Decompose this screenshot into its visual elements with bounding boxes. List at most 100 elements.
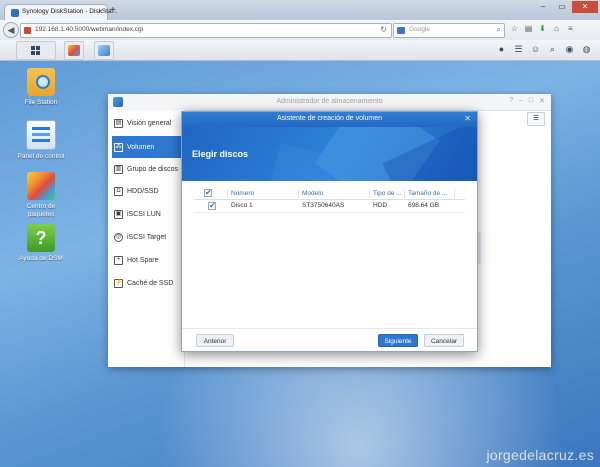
storage-manager-titlebar[interactable]: Administrador de almacenamiento ? – □ ✕: [108, 94, 551, 111]
desktop-icon-label: Centro de paquetes: [26, 203, 56, 218]
taskbar-storage-manager-button[interactable]: [94, 41, 114, 60]
next-button[interactable]: Siguiente: [378, 334, 418, 347]
minimize-button[interactable]: –: [519, 97, 523, 105]
overview-icon: ▤: [114, 118, 123, 128]
window-title: Administrador de almacenamiento: [276, 98, 383, 105]
cell-type: HDD: [373, 202, 388, 209]
cell-number: Disco 1: [231, 202, 253, 209]
notifications-icon[interactable]: ☰: [513, 44, 524, 55]
widgets-icon[interactable]: ◉: [564, 44, 575, 55]
column-header-size[interactable]: Tamaño de ...: [408, 190, 447, 197]
chat-icon[interactable]: ●: [496, 44, 507, 55]
package-center-icon: [68, 45, 80, 56]
user-icon[interactable]: ☺: [530, 44, 541, 55]
sidebar-item-disk-group[interactable]: ▥ Grupo de discos: [114, 160, 182, 178]
package-center-icon: [27, 172, 55, 200]
search-icon[interactable]: ⌕: [547, 44, 558, 55]
column-separator: [454, 189, 455, 198]
browser-tab-bar: Synology DiskStation - DiskSta... × + – …: [0, 0, 600, 21]
table-row[interactable]: Disco 1 ST3750640AS HDD 698.64 GB: [194, 200, 465, 213]
iscsi-target-icon: ◎: [114, 232, 123, 242]
window-controls: – ▭ ✕: [534, 1, 598, 15]
close-icon[interactable]: ✕: [464, 114, 471, 123]
sidebar-item-label: Grupo de discos: [127, 165, 178, 173]
storage-sidebar: ▤ Visión general ⁂ Volumen ▥ Grupo de di…: [108, 110, 187, 367]
column-separator: [369, 189, 370, 198]
sidebar-item-iscsi-lun[interactable]: ▣ iSCSI LUN: [114, 205, 182, 223]
folder-search-icon: [27, 68, 55, 96]
help-icon[interactable]: ?: [509, 97, 513, 105]
sidebar-item-label: Caché de SSD: [127, 279, 174, 287]
desktop-icon-label: Ayuda de DSM: [19, 255, 63, 262]
storage-manager-icon: [98, 45, 110, 56]
sidebar-item-label: iSCSI LUN: [127, 210, 161, 218]
dsm-taskbar: ● ☰ ☺ ⌕ ◉ ◍: [0, 40, 600, 61]
search-engine-icon[interactable]: [397, 27, 405, 34]
desktop-icon-control-panel[interactable]: Panel de control: [14, 120, 68, 161]
storage-window-controls: ? – □ ✕: [509, 97, 545, 105]
url-text[interactable]: 192.168.1.40:5000/webman/index.cgi: [35, 26, 143, 33]
desktop-icon-help[interactable]: ? Ayuda de DSM: [14, 224, 68, 263]
bookmark-star-icon[interactable]: ☆: [510, 24, 519, 34]
browser-nav-bar: ◀ 192.168.1.40:5000/webman/index.cgi ↻ G…: [0, 20, 600, 41]
maximize-button[interactable]: □: [529, 97, 533, 105]
wizard-footer-divider: [182, 328, 477, 329]
column-header-type[interactable]: Tipo de ...: [373, 190, 402, 197]
browser-tab[interactable]: Synology DiskStation - DiskSta... ×: [4, 4, 117, 21]
sidebar-item-volume[interactable]: ⁂ Volumen: [112, 136, 187, 158]
minimize-button[interactable]: –: [534, 1, 552, 13]
wizard-heading: Elegir discos: [192, 149, 249, 159]
search-placeholder[interactable]: Google: [409, 26, 430, 33]
sidebar-item-hdd-ssd[interactable]: ◘ HDD/SSD: [114, 182, 182, 200]
wizard-titlebar[interactable]: Asistente de creación de volumen ✕: [182, 112, 477, 127]
help-book-icon: ?: [27, 224, 55, 252]
wizard-banner: Elegir discos: [182, 127, 477, 181]
sidebar-item-label: HDD/SSD: [127, 187, 159, 195]
desktop-icon-package-center[interactable]: Centro de paquetes: [14, 172, 68, 219]
sidebar-item-ssd-cache[interactable]: ⚡ Caché de SSD: [114, 274, 182, 292]
ssd-cache-icon: ⚡: [114, 278, 123, 288]
maximize-button[interactable]: ▭: [553, 1, 571, 13]
main-menu-button[interactable]: [16, 41, 56, 60]
close-icon[interactable]: ✕: [539, 97, 545, 105]
desktop-icon-label: File Station: [24, 99, 58, 106]
new-tab-button[interactable]: +: [110, 6, 116, 16]
hot-spare-icon: +: [114, 255, 123, 265]
synology-favicon-icon: [11, 9, 19, 17]
url-bar[interactable]: 192.168.1.40:5000/webman/index.cgi ↻: [20, 23, 392, 38]
iscsi-lun-icon: ▣: [114, 209, 123, 219]
desktop-icon-file-station[interactable]: File Station: [14, 68, 68, 107]
menu-icon[interactable]: ≡: [566, 24, 575, 34]
sidebar-item-overview[interactable]: ▤ Visión general: [114, 114, 182, 132]
row-checkbox[interactable]: [208, 201, 216, 210]
column-header-model[interactable]: Modelo: [302, 190, 323, 197]
control-panel-icon: [26, 120, 56, 150]
cancel-button[interactable]: Cancelar: [424, 334, 464, 347]
search-input[interactable]: Google ⌕: [393, 23, 505, 38]
table-header: Número Modelo Tipo de ... Tamaño de ...: [194, 188, 465, 200]
sidebar-item-hot-spare[interactable]: + Hot Spare: [114, 251, 182, 269]
hdd-icon: ◘: [114, 186, 123, 196]
panel-divider: [478, 232, 481, 264]
search-icon[interactable]: ⌕: [497, 25, 501, 35]
sidebar-item-iscsi-target[interactable]: ◎ iSCSI Target: [114, 228, 182, 246]
taskbar-package-center-button[interactable]: [64, 41, 84, 60]
site-identity-icon[interactable]: [24, 27, 31, 34]
back-button[interactable]: Anterior: [196, 334, 234, 347]
volume-icon: ⁂: [114, 142, 123, 152]
disk-group-icon: ▥: [114, 164, 123, 174]
close-window-button[interactable]: ✕: [572, 1, 598, 13]
home-icon[interactable]: ⌂: [552, 24, 561, 34]
refresh-icon[interactable]: ↻: [380, 25, 387, 34]
browser-toolbar: ☆ ▤ ⬇ ⌂ ≡: [510, 24, 575, 34]
back-button[interactable]: ◀: [3, 22, 19, 38]
download-icon[interactable]: ⬇: [538, 24, 547, 34]
bookmarks-icon[interactable]: ▤: [524, 24, 533, 34]
column-header-number[interactable]: Número: [231, 190, 254, 197]
list-view-button[interactable]: ☰: [527, 112, 545, 126]
select-all-checkbox[interactable]: [204, 188, 212, 197]
pilot-view-icon[interactable]: ◍: [581, 44, 592, 55]
grid-icon: [31, 46, 40, 55]
disk-table: Número Modelo Tipo de ... Tamaño de ... …: [194, 188, 465, 213]
tab-close-icon[interactable]: ×: [98, 7, 103, 16]
